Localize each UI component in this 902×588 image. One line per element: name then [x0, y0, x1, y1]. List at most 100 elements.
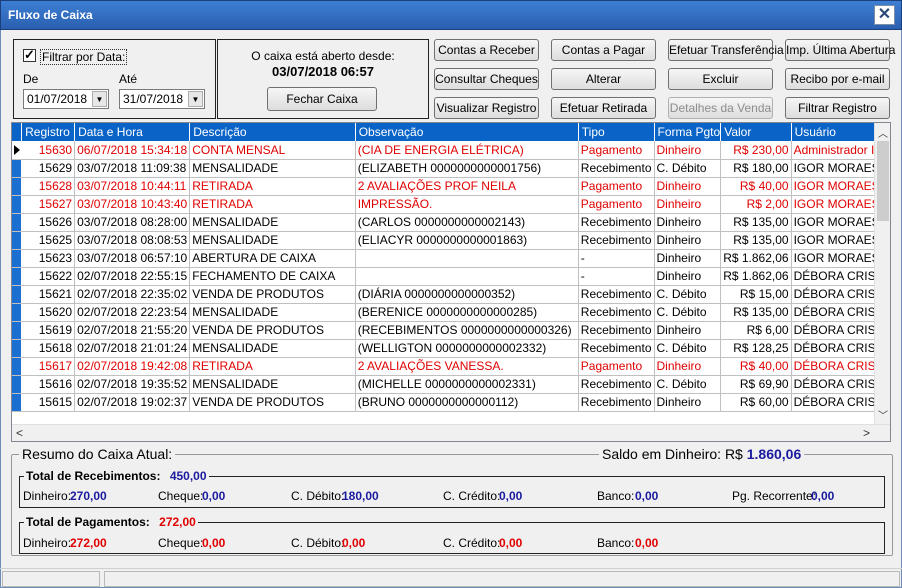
cell-descricao: FECHAMENTO DE CAIXA — [189, 267, 356, 286]
cell-data-hora: 02/07/2018 21:55:20 — [74, 321, 191, 340]
table-row[interactable]: 15630 06/07/2018 15:34:18 CONTA MENSAL (CIA… — [12, 141, 890, 160]
vertical-scrollbar[interactable]: ︿ ﹀ — [874, 123, 890, 425]
col-observacao[interactable]: Observação — [355, 123, 579, 141]
cell-forma-pgto: Dinheiro — [654, 357, 722, 376]
row-indicator[interactable] — [12, 285, 23, 304]
cell-tipo: Recebimento — [578, 213, 655, 232]
efetuar-retirada-button[interactable]: Efetuar Retirada — [551, 97, 656, 119]
visualizar-registro-button[interactable]: Visualizar Registro — [434, 97, 539, 119]
cell-data-hora: 03/07/2018 08:28:00 — [74, 213, 191, 232]
cell-tipo: Pagamento — [578, 141, 655, 160]
alterar-button[interactable]: Alterar — [551, 68, 656, 90]
table-row[interactable]: 15619 02/07/2018 21:55:20 VENDA DE PRODUTO… — [12, 321, 890, 340]
cell-valor: R$ 128,25 — [720, 339, 792, 358]
cell-valor: R$ 2,00 — [720, 195, 792, 214]
row-indicator[interactable] — [12, 249, 23, 268]
contas-receber-button[interactable]: Contas a Receber — [434, 39, 539, 61]
table-row[interactable]: 15621 02/07/2018 22:35:02 VENDA DE PRODUTO… — [12, 285, 890, 304]
chevron-down-icon[interactable]: ▼ — [92, 91, 107, 107]
efetuar-transferencia-button[interactable]: Efetuar Transferência — [668, 39, 784, 61]
cell-forma-pgto: C. Débito — [654, 303, 722, 322]
cell-valor: R$ 180,00 — [720, 159, 792, 178]
receb-cdebito-label: C. Débito: — [291, 489, 345, 503]
col-descricao[interactable]: Descrição — [189, 123, 356, 141]
date-to-picker[interactable]: 31/07/2018 ▼ — [119, 89, 205, 109]
row-indicator[interactable] — [12, 267, 23, 286]
cell-data-hora: 02/07/2018 19:42:08 — [74, 357, 191, 376]
cash-flow-table[interactable]: Registro Data e Hora Descrição Observaçã… — [11, 122, 891, 442]
chevron-down-icon[interactable]: ▼ — [188, 91, 203, 107]
close-button[interactable]: ✕ — [874, 5, 895, 25]
pagamentos-value: 272,00 — [159, 515, 196, 529]
cell-observacao: 2 AVALIAÇÕES VANESSA. — [355, 357, 579, 376]
col-registro[interactable]: Registro — [21, 123, 76, 141]
cell-valor: R$ 40,00 — [720, 357, 792, 376]
receb-pgrec-label: Pg. Recorrente: — [732, 489, 817, 503]
row-indicator[interactable] — [12, 195, 23, 214]
chevron-right-icon[interactable]: > — [863, 426, 870, 440]
pagto-cheque-value: 0,00 — [202, 536, 226, 550]
col-data-hora[interactable]: Data e Hora — [74, 123, 191, 141]
filter-by-date-checkbox[interactable] — [23, 47, 36, 63]
table-row[interactable]: 15617 02/07/2018 19:42:08 RETIRADA 2 AVALIA… — [12, 357, 890, 376]
receb-cdebito-value: 180,00 — [342, 489, 379, 503]
cell-forma-pgto: Dinheiro — [654, 231, 722, 250]
cell-observacao: (CIA DE ENERGIA ELÉTRICA) — [355, 141, 579, 160]
pagamentos-label: Total de Pagamentos: — [26, 515, 150, 529]
fechar-caixa-button[interactable]: Fechar Caixa — [267, 87, 377, 111]
cell-valor: R$ 135,00 — [720, 213, 792, 232]
pagto-ccredito-value: 0,00 — [499, 536, 523, 550]
window-body: Filtrar por Data: De Até 01/07/2018 ▼ 31… — [0, 30, 902, 588]
excluir-button[interactable]: Excluir — [668, 68, 773, 90]
imp-ultima-abertura-button[interactable]: Imp. Última Abertura — [785, 39, 895, 61]
table-row[interactable]: 15628 03/07/2018 10:44:11 RETIRADA 2 AVALIA… — [12, 177, 890, 196]
row-indicator[interactable] — [12, 357, 23, 376]
row-indicator[interactable] — [12, 159, 23, 178]
recibo-email-button[interactable]: Recibo por e-mail — [785, 68, 890, 90]
cell-registro: 15622 — [21, 267, 76, 286]
saldo-dinheiro: Saldo em Dinheiro: R$ 1.860,06 — [599, 446, 805, 462]
date-filter-panel: Filtrar por Data: De Até 01/07/2018 ▼ 31… — [13, 39, 216, 119]
row-indicator[interactable] — [12, 321, 23, 340]
filtrar-registro-button[interactable]: Filtrar Registro — [785, 97, 890, 119]
col-forma-pgto[interactable]: Forma Pgto — [654, 123, 722, 141]
detalhes-venda-button[interactable]: Detalhes da Venda — [668, 97, 773, 119]
table-row[interactable]: 15620 02/07/2018 22:23:54 MENSALIDADE (BERE… — [12, 303, 890, 322]
col-tipo[interactable]: Tipo — [578, 123, 655, 141]
cell-data-hora: 02/07/2018 19:35:52 — [74, 375, 191, 394]
table-row[interactable]: 15625 03/07/2018 08:08:53 MENSALIDADE (ELIA… — [12, 231, 890, 250]
row-indicator[interactable] — [12, 393, 23, 412]
cell-data-hora: 03/07/2018 10:44:11 — [74, 177, 191, 196]
row-indicator[interactable] — [12, 141, 23, 160]
table-row[interactable]: 15626 03/07/2018 08:28:00 MENSALIDADE (CARL… — [12, 213, 890, 232]
chevron-left-icon[interactable]: < — [16, 426, 23, 440]
row-indicator[interactable] — [12, 231, 23, 250]
row-indicator[interactable] — [12, 177, 23, 196]
pagto-cdebito-value: 0,00 — [342, 536, 366, 550]
table-row[interactable]: 15618 02/07/2018 21:01:24 MENSALIDADE (WELL… — [12, 339, 890, 358]
col-valor[interactable]: Valor — [720, 123, 792, 141]
table-row[interactable]: 15616 02/07/2018 19:35:52 MENSALIDADE (MICH… — [12, 375, 890, 394]
row-indicator[interactable] — [12, 375, 23, 394]
chevron-down-icon[interactable]: ﹀ — [878, 407, 888, 422]
row-indicator[interactable] — [12, 303, 23, 322]
cell-registro: 15621 — [21, 285, 76, 304]
row-indicator[interactable] — [12, 339, 23, 358]
table-row[interactable]: 15629 03/07/2018 11:09:38 MENSALIDADE (ELIZ… — [12, 159, 890, 178]
cell-tipo: Recebimento — [578, 159, 655, 178]
horizontal-scrollbar[interactable]: < > — [12, 424, 890, 441]
table-row[interactable]: 15622 02/07/2018 22:55:15 FECHAMENTO DE CA… — [12, 267, 890, 286]
table-row[interactable]: 15615 02/07/2018 19:02:37 VENDA DE PRODUTO… — [12, 393, 890, 412]
contas-pagar-button[interactable]: Contas a Pagar — [551, 39, 656, 61]
vertical-scroll-thumb[interactable] — [877, 141, 889, 221]
row-indicator[interactable] — [12, 213, 23, 232]
receb-banco-value: 0,00 — [635, 489, 659, 503]
cell-descricao: MENSALIDADE — [189, 213, 356, 232]
receb-ccredito-label: C. Crédito: — [443, 489, 501, 503]
table-row[interactable]: 15627 03/07/2018 10:43:40 RETIRADA IMPRESSÃ… — [12, 195, 890, 214]
chevron-up-icon[interactable]: ︿ — [878, 125, 888, 140]
date-from-picker[interactable]: 01/07/2018 ▼ — [23, 89, 109, 109]
consultar-cheques-button[interactable]: Consultar Cheques — [434, 68, 539, 90]
cell-observacao: (CARLOS 0000000000002143) — [355, 213, 579, 232]
table-row[interactable]: 15623 03/07/2018 06:57:10 ABERTURA DE CAIX… — [12, 249, 890, 268]
